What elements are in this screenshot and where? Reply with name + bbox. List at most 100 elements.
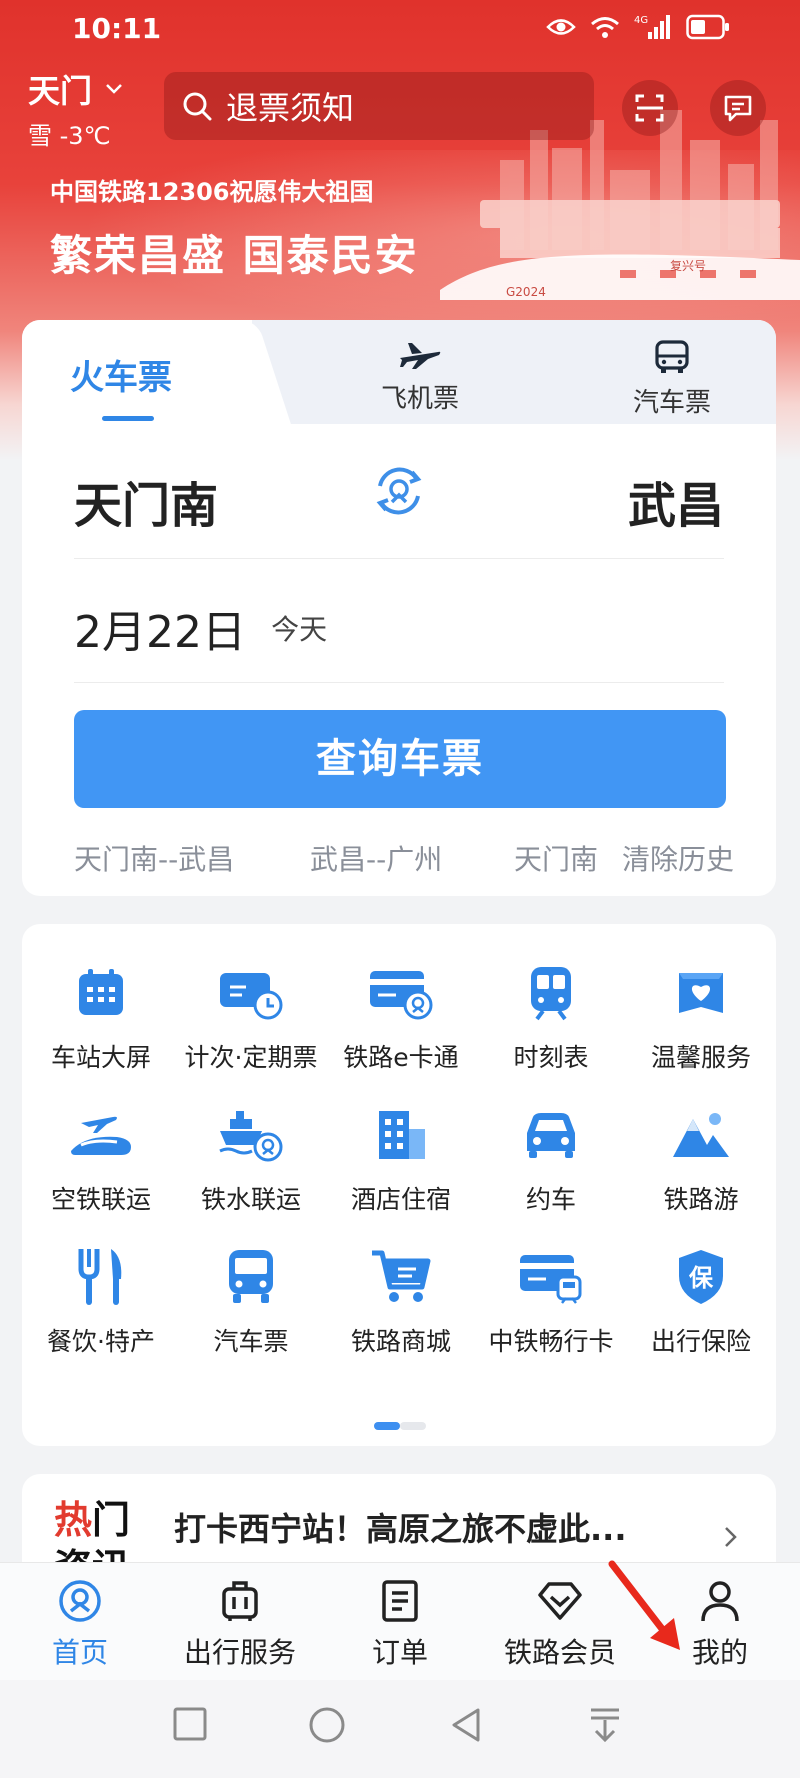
recents-square-icon[interactable] bbox=[172, 1706, 208, 1742]
service-item-rail-pass[interactable]: 中铁畅行卡 bbox=[476, 1242, 626, 1358]
city-name: 天门 bbox=[28, 72, 93, 110]
pager-dot[interactable] bbox=[400, 1422, 426, 1430]
weather-text: 雪 -3℃ bbox=[28, 122, 111, 150]
service-item-care-service[interactable]: 温馨服务 bbox=[626, 958, 776, 1074]
date-selector[interactable]: 2月22日 今天 bbox=[74, 596, 327, 660]
to-station[interactable]: 武昌 bbox=[628, 466, 724, 536]
service-item-hotel[interactable]: 酒店住宿 bbox=[326, 1100, 476, 1216]
nav-orders[interactable]: 订单 bbox=[320, 1575, 480, 1671]
city-selector[interactable]: 天门 雪 -3℃ bbox=[28, 66, 123, 151]
tab-bus-label: 汽车票 bbox=[632, 388, 711, 418]
history-item[interactable]: 武昌--广州 bbox=[310, 838, 442, 878]
signal-icon: 4G bbox=[634, 15, 670, 39]
nav-travel-services[interactable]: 出行服务 bbox=[160, 1575, 320, 1671]
route-divider bbox=[74, 558, 724, 559]
tab-flight-ticket[interactable]: 飞机票 bbox=[340, 340, 500, 415]
diamond-icon bbox=[538, 1582, 582, 1620]
svg-text:4G: 4G bbox=[634, 15, 648, 26]
nav-home[interactable]: 首页 bbox=[0, 1575, 160, 1671]
person-icon bbox=[701, 1581, 739, 1622]
system-navigation-bar bbox=[0, 1680, 800, 1778]
badge-line1: 热门 bbox=[54, 1496, 154, 1544]
service-item-timetable[interactable]: 时刻表 bbox=[476, 958, 626, 1074]
search-input[interactable]: 退票须知 bbox=[164, 72, 594, 140]
search-placeholder: 退票须知 bbox=[226, 89, 355, 127]
eye-icon bbox=[546, 19, 576, 35]
badge-rest-chars: 门 bbox=[92, 1498, 131, 1542]
ticket-search-card: 火车票 飞机票 汽车票 天门南 武昌 2月22日 今天 查询车票 天门南--武昌… bbox=[22, 320, 776, 896]
status-time: 10:11 bbox=[72, 12, 162, 45]
back-triangle-icon[interactable] bbox=[448, 1706, 484, 1744]
cart-icon bbox=[372, 1250, 431, 1302]
bus-icon bbox=[229, 1250, 273, 1303]
mountain-icon bbox=[673, 1113, 729, 1157]
query-tickets-button[interactable]: 查询车票 bbox=[74, 710, 726, 808]
train-front-icon bbox=[531, 967, 571, 1021]
tab-bus-ticket[interactable]: 汽车票 bbox=[592, 340, 752, 419]
service-label: 铁路游 bbox=[663, 1185, 739, 1214]
order-icon bbox=[382, 1580, 418, 1622]
service-label: 铁水联运 bbox=[200, 1185, 301, 1214]
search-history: 天门南--武昌 武昌--广州 天门南 清除历史 bbox=[74, 838, 734, 878]
fork-knife-icon bbox=[78, 1249, 122, 1305]
scan-button[interactable] bbox=[622, 80, 678, 136]
service-label: 车站大屏 bbox=[50, 1043, 151, 1072]
service-item-food[interactable]: 餐饮·特产 bbox=[26, 1242, 176, 1358]
history-item[interactable]: 天门南 bbox=[514, 838, 598, 878]
travel-date-note: 今天 bbox=[271, 613, 328, 646]
notification-pull-icon[interactable] bbox=[588, 1706, 622, 1744]
badge-hot-char: 热 bbox=[54, 1498, 93, 1542]
nav-travel-label: 出行服务 bbox=[183, 1636, 296, 1669]
banner-line1: 中国铁路12306祝愿伟大祖国 bbox=[50, 178, 374, 206]
service-label: 铁路e卡通 bbox=[343, 1043, 459, 1072]
annotation-arrow-icon bbox=[608, 1560, 680, 1650]
train-tag-text: G2024 bbox=[506, 285, 546, 299]
service-item-rail-travel[interactable]: 铁路游 bbox=[626, 1100, 776, 1216]
shield-bao-icon: 保 bbox=[679, 1250, 723, 1304]
train-name-text: 复兴号 bbox=[670, 259, 706, 273]
bus-icon bbox=[655, 340, 689, 373]
service-label: 温馨服务 bbox=[650, 1043, 751, 1072]
swap-stations-icon[interactable] bbox=[370, 462, 428, 520]
scan-icon bbox=[635, 94, 664, 122]
route-row: 天门南 武昌 bbox=[22, 424, 776, 574]
calendar-grid-icon bbox=[79, 969, 123, 1015]
service-item-travel-insurance[interactable]: 保 出行保险 bbox=[626, 1242, 776, 1358]
message-icon bbox=[724, 95, 752, 122]
services-pager bbox=[374, 1422, 430, 1430]
service-label: 餐饮·特产 bbox=[47, 1327, 155, 1356]
card-train2-icon bbox=[520, 1255, 582, 1304]
service-item-bus-ticket[interactable]: 汽车票 bbox=[176, 1242, 326, 1358]
wifi-icon bbox=[591, 17, 619, 38]
service-item-rail-mall[interactable]: 铁路商城 bbox=[326, 1242, 476, 1358]
pager-dot-active bbox=[374, 1422, 400, 1430]
history-item[interactable]: 天门南--武昌 bbox=[74, 838, 234, 878]
service-label: 铁路商城 bbox=[350, 1327, 451, 1356]
service-label: 酒店住宿 bbox=[350, 1185, 451, 1214]
news-title[interactable]: 打卡西宁站！高原之旅不虚此... bbox=[174, 1504, 626, 1550]
service-label: 汽车票 bbox=[213, 1327, 289, 1356]
heart-box-icon bbox=[679, 973, 723, 1013]
tab-flight-label: 飞机票 bbox=[380, 384, 459, 414]
service-item-rail-water[interactable]: 铁水联运 bbox=[176, 1100, 326, 1216]
service-label: 时刻表 bbox=[513, 1043, 589, 1072]
service-label: 约车 bbox=[525, 1185, 576, 1214]
chevron-right-icon bbox=[725, 1527, 737, 1547]
service-item-station-screen[interactable]: 车站大屏 bbox=[26, 958, 176, 1074]
clear-history-button[interactable]: 清除历史 bbox=[605, 838, 734, 878]
message-button[interactable] bbox=[710, 80, 766, 136]
service-label: 中铁畅行卡 bbox=[488, 1327, 614, 1356]
nav-home-label: 首页 bbox=[51, 1636, 108, 1669]
travel-date: 2月22日 bbox=[74, 607, 246, 658]
from-station[interactable]: 天门南 bbox=[74, 466, 218, 536]
car-icon bbox=[527, 1113, 575, 1158]
service-label: 出行保险 bbox=[650, 1327, 751, 1356]
home-circle-icon[interactable] bbox=[308, 1706, 346, 1744]
service-item-air-rail[interactable]: 空铁联运 bbox=[26, 1100, 176, 1216]
service-item-ride-hailing[interactable]: 约车 bbox=[476, 1100, 626, 1216]
service-item-periodic-ticket[interactable]: 计次·定期票 bbox=[176, 958, 326, 1074]
tab-train-label[interactable]: 火车票 bbox=[70, 350, 172, 399]
service-item-ecard[interactable]: 铁路e卡通 bbox=[326, 958, 476, 1074]
services-grid: 车站大屏 计次·定期票 铁路e卡通 时刻表 温馨服务 空铁联运 铁水联运 酒店住… bbox=[22, 924, 776, 1446]
airplane-icon bbox=[400, 343, 441, 369]
